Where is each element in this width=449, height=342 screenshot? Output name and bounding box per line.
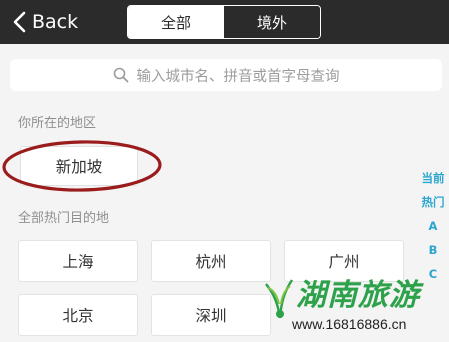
back-label: Back: [32, 11, 79, 33]
city-button-shanghai[interactable]: 上海: [18, 240, 138, 282]
city-button-beijing[interactable]: 北京: [18, 294, 138, 336]
current-region-heading: 你所在的地区: [18, 116, 97, 131]
chevron-left-icon: [13, 11, 26, 33]
current-region-section: 新加坡: [0, 134, 449, 204]
index-item-current[interactable]: 当前: [422, 166, 445, 190]
city-button-hangzhou[interactable]: 杭州: [151, 240, 271, 282]
region-segmented-control: 全部 境外: [127, 5, 321, 39]
index-item-b[interactable]: B: [429, 238, 438, 262]
search-placeholder: 输入城市名、拼音或首字母查询: [136, 68, 340, 85]
index-item-c[interactable]: C: [429, 262, 437, 286]
index-item-hot[interactable]: 热门: [422, 190, 445, 214]
tab-all[interactable]: 全部: [128, 6, 224, 38]
hot-destinations-heading: 全部热门目的地: [18, 211, 110, 226]
alphabet-index-bar: 当前 热门 A B C: [418, 166, 448, 286]
search-area: 输入城市名、拼音或首字母查询: [0, 44, 449, 106]
current-city-button[interactable]: 新加坡: [20, 146, 138, 186]
search-input[interactable]: 输入城市名、拼音或首字母查询: [10, 59, 442, 91]
index-item-a[interactable]: A: [429, 214, 438, 238]
watermark-url: www.16816886.cn: [292, 316, 407, 332]
navigation-bar: Back 全部 境外: [0, 0, 449, 44]
city-button-guangzhou[interactable]: 广州: [284, 240, 404, 282]
search-icon: [113, 67, 128, 83]
tab-overseas[interactable]: 境外: [224, 6, 320, 38]
city-button-shenzhen[interactable]: 深圳: [151, 294, 271, 336]
back-button[interactable]: Back: [12, 8, 78, 36]
